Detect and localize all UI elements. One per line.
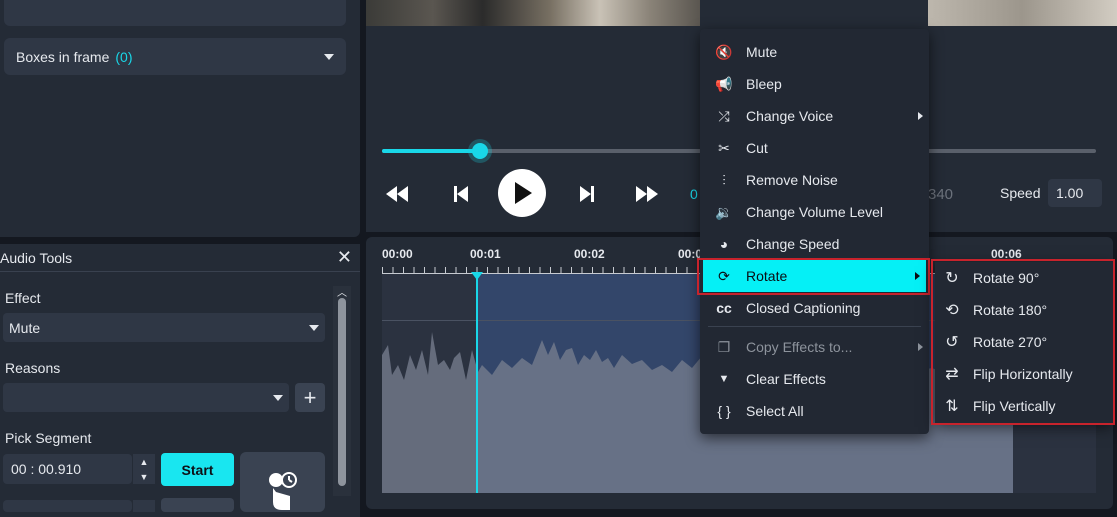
megaphone-icon: 📢 <box>715 75 733 92</box>
shuffle-icon: ⤮ <box>718 107 730 124</box>
close-icon[interactable]: ✕ <box>337 248 352 266</box>
menu-item-closed-captioning[interactable]: cc Closed Captioning <box>700 292 929 324</box>
reasons-label: Reasons <box>5 360 61 376</box>
segment-end-stepper[interactable] <box>133 500 155 512</box>
chevron-down-icon <box>309 324 319 331</box>
step-forward-icon <box>580 186 594 202</box>
scissors-icon: ✂ <box>718 139 730 156</box>
menu-item-select-all[interactable]: { } Select All <box>700 395 929 427</box>
start-button[interactable]: Start <box>161 453 234 486</box>
skip-forward-icon <box>636 186 658 202</box>
tick-label: 00:02 <box>574 247 605 261</box>
menu-item-label: Copy Effects to... <box>746 339 853 355</box>
current-time: 0 <box>690 186 698 202</box>
segment-end-input[interactable] <box>3 500 132 512</box>
effect-dropdown[interactable]: Mute <box>3 313 325 342</box>
braces-icon: { } <box>717 403 731 419</box>
mute-icon: 🔇 <box>715 43 733 60</box>
segment-time-stepper[interactable]: ▲ ▼ <box>133 454 155 484</box>
skip-end-button[interactable] <box>634 181 660 207</box>
playhead-marker[interactable] <box>471 272 483 280</box>
prev-frame-button[interactable] <box>450 181 472 207</box>
eraser-icon: ▼ <box>718 373 730 385</box>
chevron-down-icon <box>273 394 283 401</box>
total-time: 340 <box>928 186 954 203</box>
palette-icon: ◕ <box>719 236 729 252</box>
step-back-icon <box>454 186 468 202</box>
menu-item-copy-effects: ❐ Copy Effects to... <box>700 331 929 363</box>
menu-item-remove-noise[interactable]: ⫶ Remove Noise <box>700 164 929 196</box>
pick-time-button[interactable] <box>240 452 325 512</box>
skip-start-button[interactable] <box>384 181 410 207</box>
chevron-down-icon[interactable]: ▼ <box>140 472 149 482</box>
segment-time-value: 00 : 00.910 <box>11 461 82 477</box>
chevron-up-icon[interactable]: ▲ <box>140 457 149 467</box>
plus-icon: + <box>303 384 317 410</box>
play-button[interactable] <box>498 169 546 217</box>
menu-item-label: Change Volume Level <box>746 204 883 220</box>
boxes-in-frame-dropdown[interactable]: Boxes in frame (0) <box>4 38 346 75</box>
audio-tools-title: Audio Tools <box>0 249 73 266</box>
volume-icon: 🔉 <box>715 203 733 220</box>
left-top-panel: Boxes in frame (0) <box>0 0 360 237</box>
menu-item-label: Cut <box>746 140 768 156</box>
top-field[interactable] <box>4 0 346 26</box>
add-reason-button[interactable]: + <box>295 383 325 412</box>
scrollbar-thumb[interactable] <box>338 298 346 486</box>
end-button[interactable] <box>161 498 234 512</box>
submenu-highlight-box <box>931 259 1115 425</box>
menu-item-label: Clear Effects <box>746 371 826 387</box>
menu-item-bleep[interactable]: 📢 Bleep <box>700 68 929 100</box>
menu-item-change-speed[interactable]: ◕ Change Speed <box>700 228 929 260</box>
skip-back-icon <box>386 186 408 202</box>
menu-item-label: Select All <box>746 403 804 419</box>
rotate-highlight-box <box>697 258 930 295</box>
boxes-label: Boxes in frame <box>16 48 110 65</box>
effect-label: Effect <box>5 290 41 306</box>
tick-label: 00:00 <box>382 247 413 261</box>
menu-item-change-voice[interactable]: ⤮ Change Voice <box>700 100 929 132</box>
chevron-up-icon[interactable]: ︿ <box>337 284 347 299</box>
progress-fill <box>382 149 480 153</box>
copy-icon: ❐ <box>717 338 731 355</box>
speed-value: 1.00 <box>1056 185 1084 201</box>
menu-item-label: Change Voice <box>746 108 834 124</box>
menu-item-label: Mute <box>746 44 778 60</box>
video-frame-right[interactable] <box>928 0 1117 26</box>
pick-segment-label: Pick Segment <box>5 430 92 446</box>
context-menu: 🔇 Mute 📢 Bleep ⤮ Change Voice ✂ Cut ⫶ Re… <box>700 29 929 434</box>
cc-icon: cc <box>716 300 732 316</box>
tick-label: 00:01 <box>470 247 501 261</box>
menu-item-label: Bleep <box>746 76 782 92</box>
speed-input[interactable]: 1.00 <box>1048 179 1102 207</box>
effect-value: Mute <box>9 319 41 336</box>
menu-item-label: Closed Captioning <box>746 300 861 316</box>
audio-tools-header: Audio Tools <box>0 244 360 272</box>
menu-separator <box>708 326 921 327</box>
chevron-right-icon <box>918 112 923 120</box>
segment-time-input[interactable]: 00 : 00.910 <box>3 454 132 484</box>
hand-clock-icon <box>269 472 297 510</box>
reasons-dropdown[interactable] <box>3 383 289 412</box>
boxes-count: (0) <box>115 48 133 65</box>
menu-item-label: Remove Noise <box>746 172 838 188</box>
menu-item-cut[interactable]: ✂ Cut <box>700 132 929 164</box>
menu-item-mute[interactable]: 🔇 Mute <box>700 36 929 68</box>
play-icon <box>515 182 532 204</box>
menu-item-label: Change Speed <box>746 236 840 252</box>
chevron-down-icon <box>324 53 334 60</box>
waveform-icon: ⫶ <box>722 171 726 188</box>
speed-label: Speed <box>1000 185 1041 201</box>
video-frame[interactable] <box>366 0 700 26</box>
chevron-right-icon <box>918 343 923 351</box>
start-label: Start <box>181 461 214 478</box>
progress-handle[interactable] <box>471 143 488 159</box>
menu-item-change-volume[interactable]: 🔉 Change Volume Level <box>700 196 929 228</box>
playhead[interactable] <box>476 272 478 493</box>
menu-item-clear-effects[interactable]: ▼ Clear Effects <box>700 363 929 395</box>
next-frame-button[interactable] <box>576 181 598 207</box>
